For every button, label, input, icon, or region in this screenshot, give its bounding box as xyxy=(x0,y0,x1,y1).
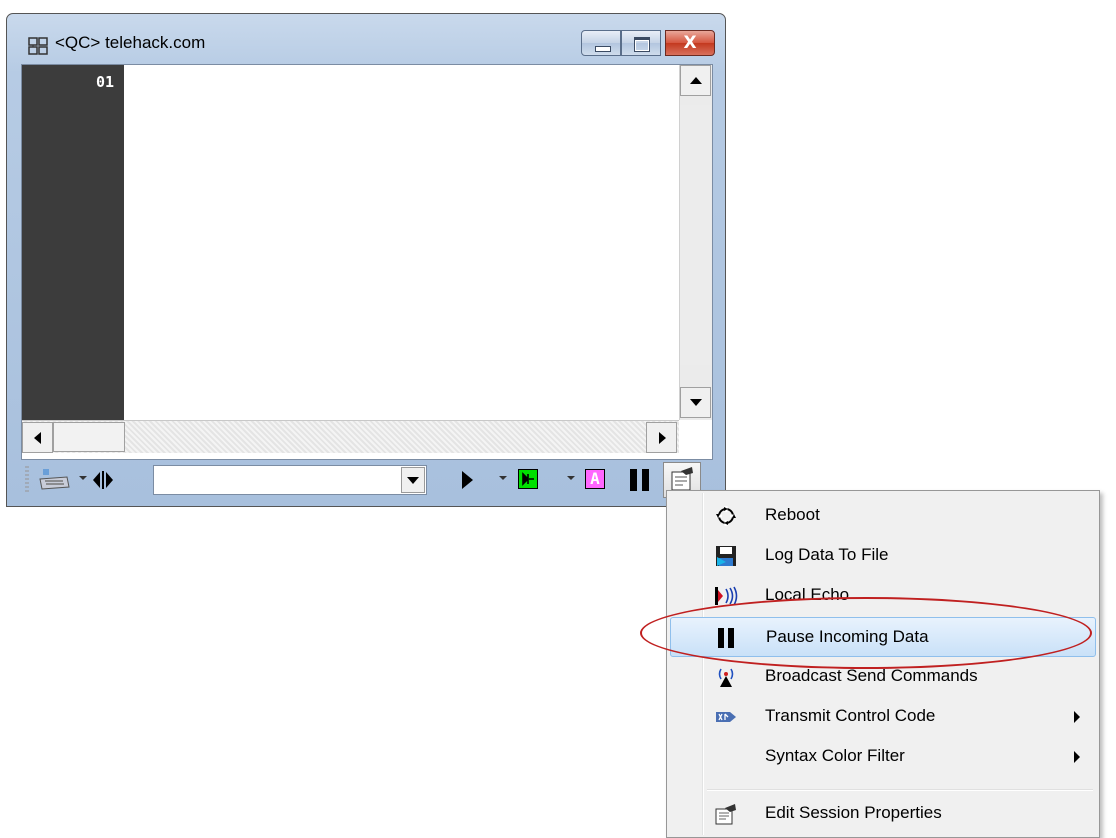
right-arrow-icon xyxy=(659,432,666,444)
vertical-scrollbar[interactable] xyxy=(679,65,712,420)
menu-item-transmit-control-code[interactable]: Transmit Control Code xyxy=(670,697,1096,737)
up-arrow-icon xyxy=(690,77,702,84)
window-title: <QC> telehack.com xyxy=(55,33,206,52)
control-code-icon xyxy=(716,712,736,722)
menu-item-syntax-color-filter[interactable]: Syntax Color Filter xyxy=(670,737,1096,777)
menu-item-label: Edit Session Properties xyxy=(765,803,942,822)
menu-item-label: Syntax Color Filter xyxy=(765,746,905,765)
submenu-arrow-icon xyxy=(1074,751,1080,763)
title-bar[interactable]: <QC> telehack.com X xyxy=(7,14,725,64)
play-dropdown-icon[interactable] xyxy=(499,476,507,480)
keyboard-dropdown-icon[interactable] xyxy=(79,476,87,480)
highlight-oval-annotation xyxy=(640,597,1092,669)
minimize-button[interactable] xyxy=(581,30,621,56)
chevron-down-icon xyxy=(407,477,419,484)
line-number: 01 xyxy=(95,73,114,91)
split-icon[interactable] xyxy=(91,469,115,491)
play-icon[interactable] xyxy=(462,471,473,489)
scroll-left-button[interactable] xyxy=(22,422,53,453)
connect-glyph-icon xyxy=(522,472,534,486)
menu-item-label: Log Data To File xyxy=(765,545,889,564)
connect-dropdown-icon[interactable] xyxy=(567,476,575,480)
close-icon: X xyxy=(683,33,697,53)
menu-item-log-data[interactable]: Log Data To File xyxy=(670,536,1096,576)
floppy-icon xyxy=(716,546,736,566)
left-arrow-icon xyxy=(34,432,41,444)
menu-item-label: Transmit Control Code xyxy=(765,706,936,725)
close-button[interactable]: X xyxy=(665,30,715,56)
horizontal-scroll-thumb[interactable] xyxy=(53,422,125,452)
app-icon xyxy=(28,37,48,55)
session-window: <QC> telehack.com X 01 A xyxy=(6,13,726,507)
terminal-text-area[interactable] xyxy=(124,65,679,420)
menu-item-edit-session-properties[interactable]: Edit Session Properties xyxy=(670,794,1096,834)
pause-icon[interactable] xyxy=(630,469,650,491)
scroll-right-button[interactable] xyxy=(646,422,677,453)
menu-item-label: Reboot xyxy=(765,505,820,524)
green-connect-icon[interactable] xyxy=(518,469,538,489)
command-combobox[interactable] xyxy=(153,465,427,495)
scroll-up-button[interactable] xyxy=(680,65,711,96)
bottom-toolbar: A xyxy=(21,462,713,498)
scroll-down-button[interactable] xyxy=(680,387,711,418)
terminal-area: 01 xyxy=(21,64,713,460)
toolbar-grip[interactable] xyxy=(25,466,29,494)
vertical-scroll-thumb[interactable] xyxy=(680,105,711,365)
line-number-gutter: 01 xyxy=(22,65,124,420)
combobox-dropdown-button[interactable] xyxy=(401,467,425,493)
a-icon[interactable]: A xyxy=(585,469,605,489)
menu-separator xyxy=(707,789,1093,791)
menu-item-label: Broadcast Send Commands xyxy=(765,666,978,685)
maximize-button[interactable] xyxy=(621,30,661,56)
horizontal-scrollbar[interactable] xyxy=(22,420,679,453)
properties-icon xyxy=(715,804,736,825)
keyboard-icon[interactable] xyxy=(37,467,71,493)
reboot-icon xyxy=(716,506,736,526)
broadcast-icon xyxy=(718,668,734,687)
menu-item-reboot[interactable]: Reboot xyxy=(670,496,1096,536)
down-arrow-icon xyxy=(690,399,702,406)
submenu-arrow-icon xyxy=(1074,711,1080,723)
